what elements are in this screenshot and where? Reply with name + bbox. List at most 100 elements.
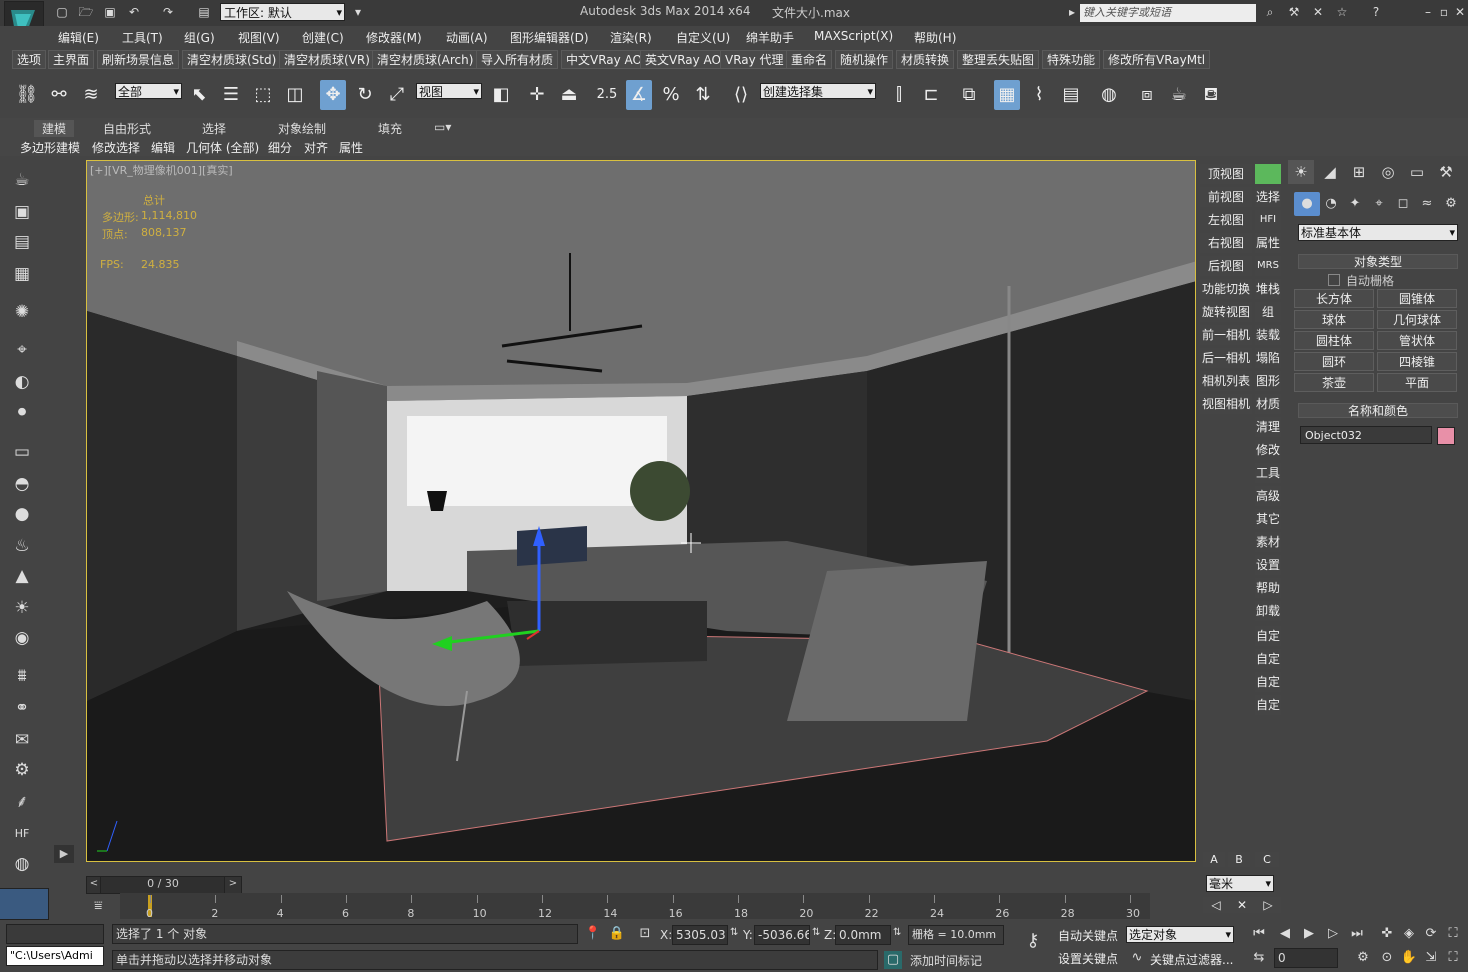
side-btn-hfi[interactable]: HFI bbox=[1255, 210, 1281, 230]
side-btn-green[interactable] bbox=[1255, 164, 1281, 184]
rendered-frame-icon[interactable]: ☕ bbox=[1166, 80, 1192, 110]
y-spinner-icon[interactable]: ⇅ bbox=[812, 927, 820, 938]
next-frame-icon[interactable]: ▷ bbox=[1324, 925, 1342, 943]
select-rotate-icon[interactable]: ↻ bbox=[352, 80, 378, 110]
menu-maxscript[interactable]: MAXScript(X) bbox=[814, 29, 893, 43]
time-next-icon[interactable]: > bbox=[224, 876, 242, 894]
pan-hand-icon[interactable]: ✋ bbox=[1400, 949, 1418, 967]
menu-help[interactable]: 帮助(H) bbox=[914, 29, 956, 46]
open-file-icon[interactable]: 🗁 bbox=[78, 5, 94, 19]
restore-icon[interactable]: ▫ bbox=[1436, 5, 1452, 19]
molecule-icon[interactable]: ⚭ bbox=[10, 696, 34, 720]
snap-toggle-icon[interactable]: 2.5 bbox=[594, 80, 620, 110]
select-by-name-icon[interactable]: ☰ bbox=[218, 80, 244, 110]
teapot-icon[interactable]: ☕ bbox=[10, 168, 34, 192]
time-slider[interactable]: 0 / 30 bbox=[100, 876, 226, 894]
spinner-snap-icon[interactable]: ⇅ bbox=[690, 80, 716, 110]
units-dropdown[interactable]: 毫米 bbox=[1206, 875, 1274, 892]
hf-tool-icon[interactable]: HF bbox=[10, 822, 34, 846]
abc-btn-a[interactable]: A bbox=[1203, 852, 1225, 867]
select-object-icon[interactable]: ⬉ bbox=[186, 80, 212, 110]
custom-btn-vray-proxy[interactable]: VRay 代理 bbox=[720, 50, 789, 69]
binoculars-icon[interactable]: ⌕ bbox=[1262, 5, 1278, 19]
auto-key-button[interactable]: 自动关键点 bbox=[1058, 927, 1118, 944]
helpers-icon[interactable]: ◻ bbox=[1390, 192, 1416, 216]
expand-panel-icon[interactable]: ▶ bbox=[54, 845, 74, 863]
fov-icon[interactable]: ⛶ bbox=[1444, 925, 1462, 943]
view-btn-back[interactable]: 后视图 bbox=[1200, 256, 1252, 276]
panel-edit[interactable]: 编辑 bbox=[151, 139, 175, 156]
view-btn-top[interactable]: 顶视图 bbox=[1200, 164, 1252, 184]
side-btn-assets[interactable]: 素材 bbox=[1255, 532, 1281, 552]
obj-btn-torus[interactable]: 圆环 bbox=[1294, 352, 1374, 371]
material-editor-icon[interactable]: ◍ bbox=[1096, 80, 1122, 110]
go-to-end-icon[interactable]: ⏭ bbox=[1348, 925, 1366, 943]
side-btn-other[interactable]: 其它 bbox=[1255, 509, 1281, 529]
custom-btn-material-convert[interactable]: 材质转换 bbox=[896, 50, 955, 69]
panel-properties[interactable]: 属性 bbox=[339, 139, 363, 156]
time-config-icon[interactable]: ⚙ bbox=[1354, 949, 1372, 967]
menu-animation[interactable]: 动画(A) bbox=[446, 29, 488, 46]
current-frame-field[interactable]: 0 bbox=[1274, 948, 1338, 968]
save-file-icon[interactable]: ▣ bbox=[102, 5, 118, 19]
dolly-icon[interactable]: ⊙ bbox=[1378, 949, 1396, 967]
name-color-rollout[interactable]: 名称和颜色 bbox=[1298, 403, 1458, 418]
layer-manager-icon[interactable]: ⧉ bbox=[956, 80, 982, 110]
side-btn-properties[interactable]: 属性 bbox=[1255, 233, 1281, 253]
zoom-extents-icon[interactable]: ✜ bbox=[1378, 925, 1396, 943]
new-file-icon[interactable]: ▢ bbox=[54, 5, 70, 19]
side-btn-help[interactable]: 帮助 bbox=[1255, 578, 1281, 598]
camera-viewport[interactable]: 总计 多边形: 1,114,810 顶点: 808,137 FPS: 24.83… bbox=[86, 160, 1196, 862]
reference-coord-dropdown[interactable]: 视图 bbox=[416, 83, 482, 100]
edit-named-selection-icon[interactable]: ⟨⟩ bbox=[728, 80, 754, 110]
tab-freeform[interactable]: 自由形式 bbox=[103, 120, 151, 137]
maxscript-output[interactable]: "C:\Users\Admi bbox=[6, 946, 104, 966]
custom-btn-clear-arch[interactable]: 清空材质球(Arch) bbox=[372, 50, 479, 69]
hierarchy-tab-icon[interactable]: ⊞ bbox=[1346, 160, 1372, 184]
menu-modifiers[interactable]: 修改器(M) bbox=[366, 29, 422, 46]
obj-btn-cone[interactable]: 圆锥体 bbox=[1377, 289, 1457, 308]
side-btn-group[interactable]: 组 bbox=[1255, 302, 1281, 322]
obj-btn-sphere[interactable]: 球体 bbox=[1294, 310, 1374, 329]
custom-btn-main-ui[interactable]: 主界面 bbox=[48, 50, 95, 69]
geometry-icon[interactable]: ● bbox=[1294, 192, 1320, 216]
obj-btn-box[interactable]: 长方体 bbox=[1294, 289, 1374, 308]
prev-frame-icon[interactable]: ◀ bbox=[1276, 925, 1294, 943]
nav-right-icon[interactable]: ▷ bbox=[1255, 897, 1281, 913]
trackbar[interactable]: 0 2 4 6 8 10 12 14 16 18 20 22 24 26 28 30 bbox=[120, 893, 1150, 920]
favorites-icon[interactable]: ☆ bbox=[1334, 5, 1350, 19]
z-spinner-icon[interactable]: ⇅ bbox=[893, 927, 901, 938]
zoom-all-icon[interactable]: ◈ bbox=[1400, 925, 1418, 943]
render-setup-icon[interactable]: ⧈ bbox=[1134, 80, 1160, 110]
custom-btn-clear-vr[interactable]: 清空材质球(VR) bbox=[279, 50, 375, 69]
absolute-mode-icon[interactable]: ⊡ bbox=[636, 925, 654, 943]
camera-icon[interactable]: ⌖ bbox=[10, 338, 34, 362]
menu-rendering[interactable]: 渲染(R) bbox=[610, 29, 652, 46]
document-icon[interactable]: ▤ bbox=[10, 230, 34, 254]
abc-btn-b[interactable]: B bbox=[1228, 852, 1250, 867]
menu-views[interactable]: 视图(V) bbox=[238, 29, 280, 46]
envelope-icon[interactable]: ✉ bbox=[10, 728, 34, 752]
obj-btn-tube[interactable]: 管状体 bbox=[1377, 331, 1457, 350]
tab-selection[interactable]: 选择 bbox=[202, 120, 226, 137]
search-expand-icon[interactable]: ▸ bbox=[1064, 5, 1080, 19]
side-btn-unload[interactable]: 卸载 bbox=[1255, 601, 1281, 621]
autogrid-checkbox[interactable] bbox=[1328, 274, 1340, 286]
mini-curve-editor-icon[interactable]: ⩸ bbox=[94, 898, 116, 916]
tab-populate[interactable]: 填充 bbox=[378, 120, 402, 137]
manipulate-icon[interactable]: ✛ bbox=[524, 80, 550, 110]
object-type-rollout[interactable]: 对象类型 bbox=[1298, 254, 1458, 269]
panel-poly-modeling[interactable]: 多边形建模 bbox=[20, 139, 80, 156]
add-time-tag[interactable]: 添加时间标记 bbox=[910, 952, 982, 969]
view-btn-left[interactable]: 左视图 bbox=[1200, 210, 1252, 230]
plane-icon[interactable]: ▭ bbox=[10, 440, 34, 464]
gear-icon[interactable]: ⚙ bbox=[10, 758, 34, 782]
menu-graph-editors[interactable]: 图形编辑器(D) bbox=[510, 29, 589, 46]
x-coord-field[interactable]: 5305.031m bbox=[672, 925, 728, 945]
custom-btn-refresh-scene[interactable]: 刷新场景信息 bbox=[97, 50, 180, 69]
select-and-link-icon[interactable]: ⛓ bbox=[14, 80, 40, 110]
custom-btn-modify-vraymtl[interactable]: 修改所有VRayMtl bbox=[1103, 50, 1211, 69]
side-btn-custom-4[interactable]: 自定 bbox=[1255, 695, 1281, 715]
abc-btn-c[interactable]: C bbox=[1255, 852, 1279, 867]
percent-snap-icon[interactable]: % bbox=[658, 80, 684, 110]
